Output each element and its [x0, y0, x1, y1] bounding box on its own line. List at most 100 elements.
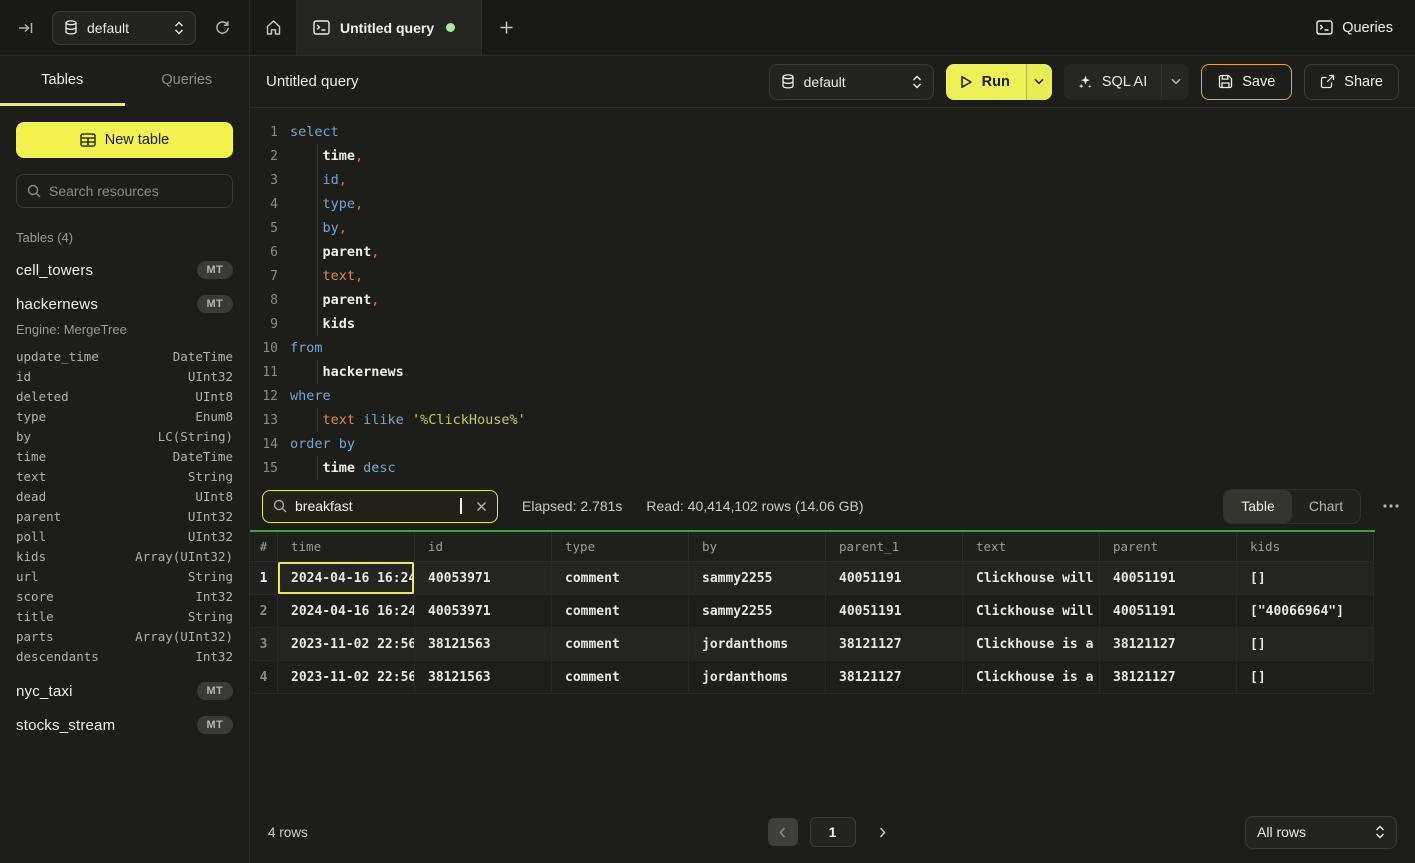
code-line[interactable]: 7text, — [250, 264, 1415, 288]
code-line[interactable]: 11hackernews — [250, 360, 1415, 384]
table-name: hackernews — [16, 296, 98, 313]
cell-parent[interactable]: 38121127 — [1100, 661, 1237, 694]
cell-type[interactable]: comment — [552, 661, 689, 694]
sql-ai-options-button[interactable] — [1161, 64, 1189, 100]
column-header-index[interactable]: # — [250, 532, 278, 562]
column-header-type[interactable]: type — [552, 532, 689, 562]
results-more-button[interactable] — [1379, 500, 1403, 512]
code-line[interactable]: 5by, — [250, 216, 1415, 240]
database-selector-top[interactable]: default — [52, 11, 196, 45]
cell-time[interactable]: 2023-11-02 22:56… — [278, 628, 415, 661]
collapse-sidebar-button[interactable] — [14, 16, 38, 40]
resource-search-input[interactable] — [49, 183, 222, 199]
line-number: 6 — [250, 245, 278, 260]
sidebar-table-hackernews[interactable]: hackernewsMT — [16, 295, 233, 313]
cell-time[interactable]: 2024-04-16 16:24… — [278, 595, 415, 628]
clear-search-icon[interactable] — [476, 501, 487, 512]
cell-parent[interactable]: 40051191 — [1100, 595, 1237, 628]
new-tab-button[interactable] — [482, 0, 530, 55]
cell-parent_1[interactable]: 38121127 — [826, 628, 963, 661]
cell-time[interactable]: 2023-11-02 22:56… — [278, 661, 415, 694]
view-toggle-table[interactable]: Table — [1224, 490, 1292, 523]
column-name: title — [16, 609, 54, 624]
cell-parent[interactable]: 40051191 — [1100, 562, 1237, 595]
cell-parent[interactable]: 38121127 — [1100, 628, 1237, 661]
cell-kids[interactable]: [] — [1237, 661, 1374, 694]
cell-by[interactable]: jordanthoms — [689, 628, 826, 661]
code-line[interactable]: 8parent, — [250, 288, 1415, 312]
column-header-kids[interactable]: kids — [1237, 532, 1374, 562]
home-button[interactable] — [250, 0, 297, 55]
cell-text[interactable]: Clickhouse is a … — [963, 661, 1100, 694]
column-header-time[interactable]: time — [278, 532, 415, 562]
code-line[interactable]: 15time desc — [250, 456, 1415, 480]
cell-kids[interactable]: [] — [1237, 562, 1374, 595]
column-header-id[interactable]: id — [415, 532, 552, 562]
run-options-button[interactable] — [1026, 64, 1052, 100]
column-name: parent — [16, 509, 61, 524]
column-header-parent[interactable]: parent — [1100, 532, 1237, 562]
cell-text[interactable]: Clickhouse is a … — [963, 628, 1100, 661]
sidebar-tab-queries[interactable]: Queries — [125, 56, 250, 106]
cell-parent_1[interactable]: 40051191 — [826, 595, 963, 628]
cell-id[interactable]: 40053971 — [415, 562, 552, 595]
view-toggle: Table Chart — [1223, 489, 1361, 524]
current-page[interactable]: 1 — [810, 817, 856, 847]
cell-id[interactable]: 38121563 — [415, 628, 552, 661]
queries-button[interactable]: Queries — [1316, 20, 1393, 36]
code-line[interactable]: 4type, — [250, 192, 1415, 216]
sidebar-tab-tables[interactable]: Tables — [0, 56, 125, 106]
sidebar-table-cell_towers[interactable]: cell_towersMT — [16, 261, 233, 279]
previous-page-button[interactable] — [768, 818, 798, 846]
resource-search[interactable] — [16, 174, 233, 208]
results-search[interactable] — [262, 490, 498, 523]
cell-type[interactable]: comment — [552, 628, 689, 661]
cell-id[interactable]: 40053971 — [415, 595, 552, 628]
view-toggle-chart[interactable]: Chart — [1292, 490, 1360, 523]
column-header-parent_1[interactable]: parent_1 — [826, 532, 963, 562]
tab-untitled-query[interactable]: Untitled query — [297, 0, 482, 55]
database-selector-query[interactable]: default — [769, 64, 934, 100]
code-line[interactable]: 12where — [250, 384, 1415, 408]
new-table-button[interactable]: New table — [16, 122, 233, 158]
cell-kids[interactable]: [] — [1237, 628, 1374, 661]
cell-parent_1[interactable]: 38121127 — [826, 661, 963, 694]
search-icon — [27, 184, 41, 198]
code-line[interactable]: 10from — [250, 336, 1415, 360]
column-header-by[interactable]: by — [689, 532, 826, 562]
cell-by[interactable]: sammy2255 — [689, 562, 826, 595]
code-line[interactable]: 1select — [250, 120, 1415, 144]
cell-by[interactable]: sammy2255 — [689, 595, 826, 628]
collapse-sidebar-icon — [18, 20, 34, 36]
share-button[interactable]: Share — [1304, 64, 1399, 100]
cell-kids[interactable]: ["40066964"] — [1237, 595, 1374, 628]
cell-by[interactable]: jordanthoms — [689, 661, 826, 694]
run-button[interactable]: Run — [946, 64, 1026, 100]
sidebar-table-nyc_taxi[interactable]: nyc_taxiMT — [16, 682, 233, 700]
cell-type[interactable]: comment — [552, 595, 689, 628]
cell-text[interactable]: Clickhouse will … — [963, 595, 1100, 628]
cell-type[interactable]: comment — [552, 562, 689, 595]
query-title: Untitled query — [266, 73, 757, 90]
sql-ai-button[interactable]: SQL AI — [1064, 64, 1161, 100]
code-line[interactable]: 2time, — [250, 144, 1415, 168]
code-line[interactable]: 6parent, — [250, 240, 1415, 264]
page-size-selector[interactable]: All rows — [1245, 816, 1397, 849]
next-page-button[interactable] — [868, 818, 898, 846]
sidebar-table-stocks_stream[interactable]: stocks_streamMT — [16, 716, 233, 734]
database-icon — [781, 74, 795, 89]
cell-id[interactable]: 38121563 — [415, 661, 552, 694]
selected-cell[interactable]: 2024-04-16 16:24… — [278, 562, 415, 595]
save-button[interactable]: Save — [1201, 64, 1292, 100]
elapsed-stat: Elapsed: 2.781s — [522, 498, 622, 514]
code-line[interactable]: 9kids — [250, 312, 1415, 336]
cell-parent_1[interactable]: 40051191 — [826, 562, 963, 595]
code-line[interactable]: 3id, — [250, 168, 1415, 192]
sql-editor[interactable]: 1select2time,3id,4type,5by,6parent,7text… — [250, 108, 1415, 482]
refresh-button[interactable] — [210, 15, 235, 40]
column-header-text[interactable]: text — [963, 532, 1100, 562]
code-line[interactable]: 13text ilike '%ClickHouse%' — [250, 408, 1415, 432]
column-name: by — [16, 429, 31, 444]
cell-text[interactable]: Clickhouse will … — [963, 562, 1100, 595]
code-line[interactable]: 14order by — [250, 432, 1415, 456]
